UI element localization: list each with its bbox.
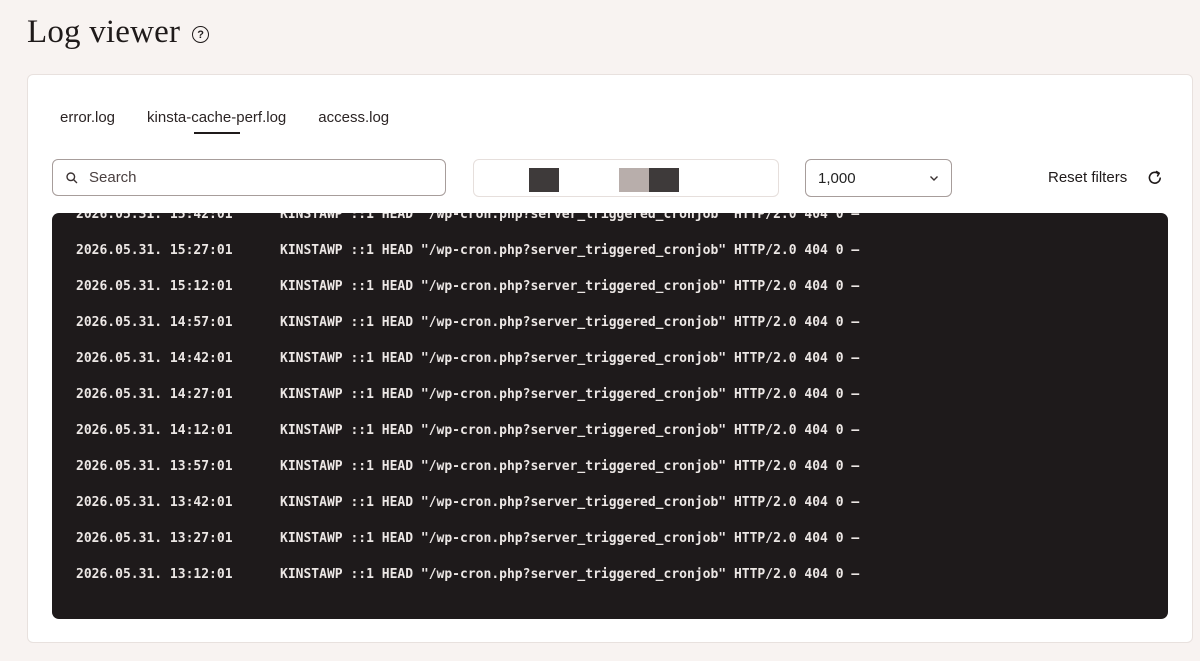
log-line: 2026.05.31. 13:12:01 KINSTAWP ::1 HEAD "/… bbox=[76, 567, 859, 585]
redacted-block bbox=[529, 168, 559, 192]
rows-count-select[interactable]: 1,000 bbox=[805, 159, 952, 197]
log-message: KINSTAWP ::1 HEAD "/wp-cron.php?server_t… bbox=[280, 243, 860, 258]
log-file-tabs: error.log kinsta-cache-perf.log access.l… bbox=[60, 109, 389, 134]
log-line: 2026.05.31. 13:42:01 KINSTAWP ::1 HEAD "/… bbox=[76, 495, 859, 513]
log-message: KINSTAWP ::1 HEAD "/wp-cron.php?server_t… bbox=[280, 423, 860, 438]
log-timestamp: 2026.05.31. 14:42:01 bbox=[76, 351, 233, 366]
log-timestamp: 2026.05.31. 15:27:01 bbox=[76, 243, 233, 258]
log-message: KINSTAWP ::1 HEAD "/wp-cron.php?server_t… bbox=[280, 387, 860, 402]
log-timestamp: 2026.05.31. 13:57:01 bbox=[76, 459, 233, 474]
page-title: Log viewer bbox=[27, 14, 181, 50]
log-message: KINSTAWP ::1 HEAD "/wp-cron.php?server_t… bbox=[280, 279, 860, 294]
log-timestamp: 2026.05.31. 14:57:01 bbox=[76, 315, 233, 330]
chevron-down-icon bbox=[930, 176, 938, 181]
log-message: KINSTAWP ::1 HEAD "/wp-cron.php?server_t… bbox=[280, 495, 860, 510]
log-message: KINSTAWP ::1 HEAD "/wp-cron.php?server_t… bbox=[280, 315, 860, 330]
log-line: 2026.05.31. 15:27:01 KINSTAWP ::1 HEAD "/… bbox=[76, 243, 859, 261]
log-output-panel[interactable]: 2026.05.31. 15:42:01KINSTAWP ::1 HEAD "/… bbox=[52, 213, 1168, 619]
log-line: 2026.05.31. 14:42:01 KINSTAWP ::1 HEAD "/… bbox=[76, 351, 859, 369]
log-line: 2026.05.31. 13:27:01 KINSTAWP ::1 HEAD "/… bbox=[76, 531, 859, 549]
redacted-block bbox=[619, 168, 649, 192]
reset-filters-button[interactable]: Reset filters bbox=[1048, 169, 1127, 186]
log-timestamp: 2026.05.31. 14:12:01 bbox=[76, 423, 233, 438]
refresh-icon[interactable] bbox=[1146, 169, 1164, 187]
log-line: 2026.05.31. 14:57:01 KINSTAWP ::1 HEAD "/… bbox=[76, 315, 859, 333]
log-card: error.log kinsta-cache-perf.log access.l… bbox=[27, 74, 1193, 643]
log-timestamp: 2026.05.31. 13:27:01 bbox=[76, 531, 233, 546]
log-timestamp: 2026.05.31. 13:42:01 bbox=[76, 495, 233, 510]
log-timestamp: 2026.05.31. 13:12:01 bbox=[76, 567, 233, 582]
log-line: 2026.05.31. 15:12:01 KINSTAWP ::1 HEAD "/… bbox=[76, 279, 859, 297]
log-message: KINSTAWP ::1 HEAD "/wp-cron.php?server_t… bbox=[280, 531, 860, 546]
search-icon bbox=[66, 171, 78, 183]
log-timestamp: 2026.05.31. 15:12:01 bbox=[76, 279, 233, 294]
tab-kinsta-cache-perf-log[interactable]: kinsta-cache-perf.log bbox=[147, 109, 286, 134]
log-line: 2026.05.31. 13:57:01 KINSTAWP ::1 HEAD "/… bbox=[76, 459, 859, 477]
tab-error-log[interactable]: error.log bbox=[60, 109, 115, 134]
log-line: 2026.05.31. 14:12:01 KINSTAWP ::1 HEAD "/… bbox=[76, 423, 859, 441]
log-message: KINSTAWP ::1 HEAD "/wp-cron.php?server_t… bbox=[280, 459, 860, 474]
log-message: KINSTAWP ::1 HEAD "/wp-cron.php?server_t… bbox=[280, 567, 860, 582]
tab-access-log[interactable]: access.log bbox=[318, 109, 389, 134]
log-line: 2026.05.31. 15:42:01 KINSTAWP ::1 HEAD "/… bbox=[76, 213, 859, 225]
help-icon[interactable]: ? bbox=[192, 26, 210, 43]
log-message: KINSTAWP ::1 HEAD "/wp-cron.php?server_t… bbox=[280, 213, 860, 222]
redacted-block bbox=[649, 168, 679, 192]
search-field[interactable] bbox=[52, 159, 446, 196]
log-message: KINSTAWP ::1 HEAD "/wp-cron.php?server_t… bbox=[280, 351, 860, 366]
rows-count-value: 1,000 bbox=[818, 169, 856, 187]
log-timestamp: 2026.05.31. 14:27:01 bbox=[76, 387, 233, 402]
log-line: 2026.05.31. 14:27:01 KINSTAWP ::1 HEAD "/… bbox=[76, 387, 859, 405]
date-range-picker[interactable] bbox=[473, 159, 779, 197]
search-input[interactable] bbox=[87, 168, 411, 187]
page-title-row: Log viewer ? bbox=[27, 14, 210, 51]
log-timestamp: 2026.05.31. 15:42:01 bbox=[76, 213, 233, 222]
